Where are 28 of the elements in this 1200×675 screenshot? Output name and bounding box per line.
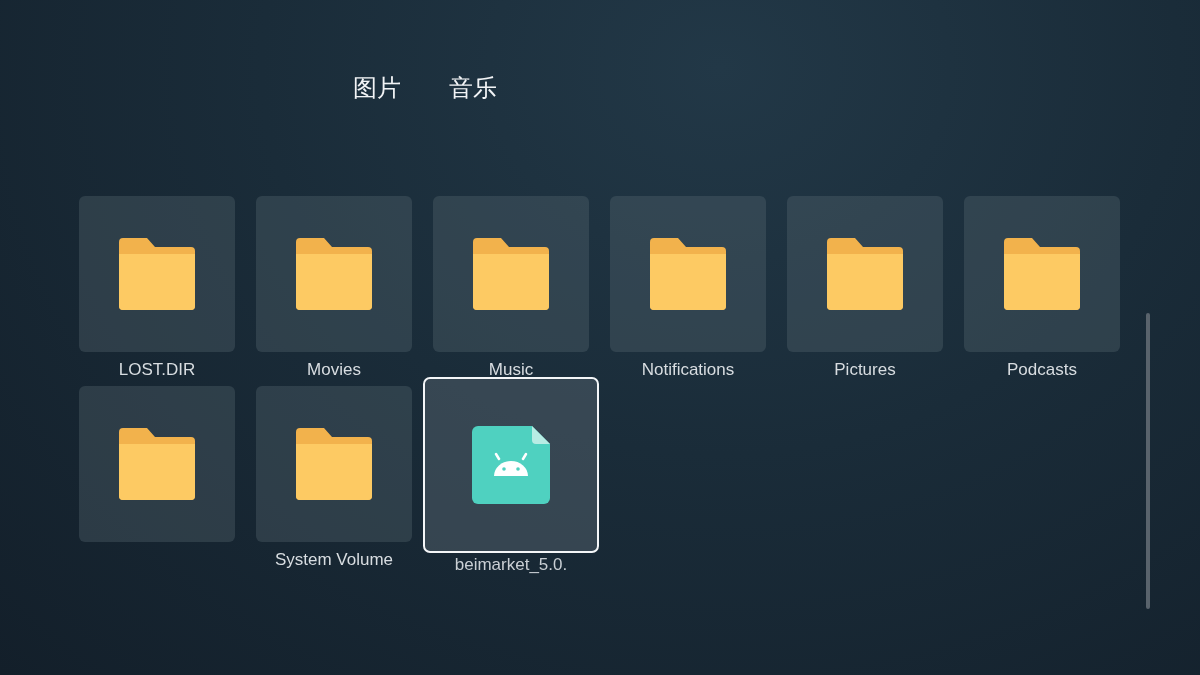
folder-icon: [1004, 238, 1080, 310]
folder-tile[interactable]: [433, 196, 589, 352]
folder-icon: [827, 238, 903, 310]
folder-tile[interactable]: [256, 196, 412, 352]
file-name: Music: [488, 360, 534, 380]
folder-tile[interactable]: [79, 196, 235, 352]
file-name: Notifications: [641, 360, 735, 380]
folder-icon: [119, 428, 195, 500]
folder-tile[interactable]: [256, 386, 412, 542]
folder-icon: [473, 238, 549, 310]
folder-icon: [296, 428, 372, 500]
folder-tile[interactable]: [964, 196, 1120, 352]
folder-tile[interactable]: [787, 196, 943, 352]
folder-icon: [119, 238, 195, 310]
folder-icon: [296, 238, 372, 310]
file-name: Pictures: [834, 360, 896, 380]
file-name: Movies: [307, 360, 361, 380]
file-name: Podcasts: [1007, 360, 1077, 380]
tab[interactable]: 音乐: [449, 72, 497, 108]
file-name: LOST.DIR: [118, 360, 196, 380]
folder-icon: [650, 238, 726, 310]
file-name: System Volume: [274, 550, 394, 570]
file-tile[interactable]: [423, 377, 599, 553]
tab[interactable]: 图片: [353, 72, 401, 108]
folder-tile[interactable]: [79, 386, 235, 542]
android-file-icon: [472, 426, 550, 504]
folder-tile[interactable]: [610, 196, 766, 352]
file-name: beimarket_5.0.: [454, 555, 568, 575]
